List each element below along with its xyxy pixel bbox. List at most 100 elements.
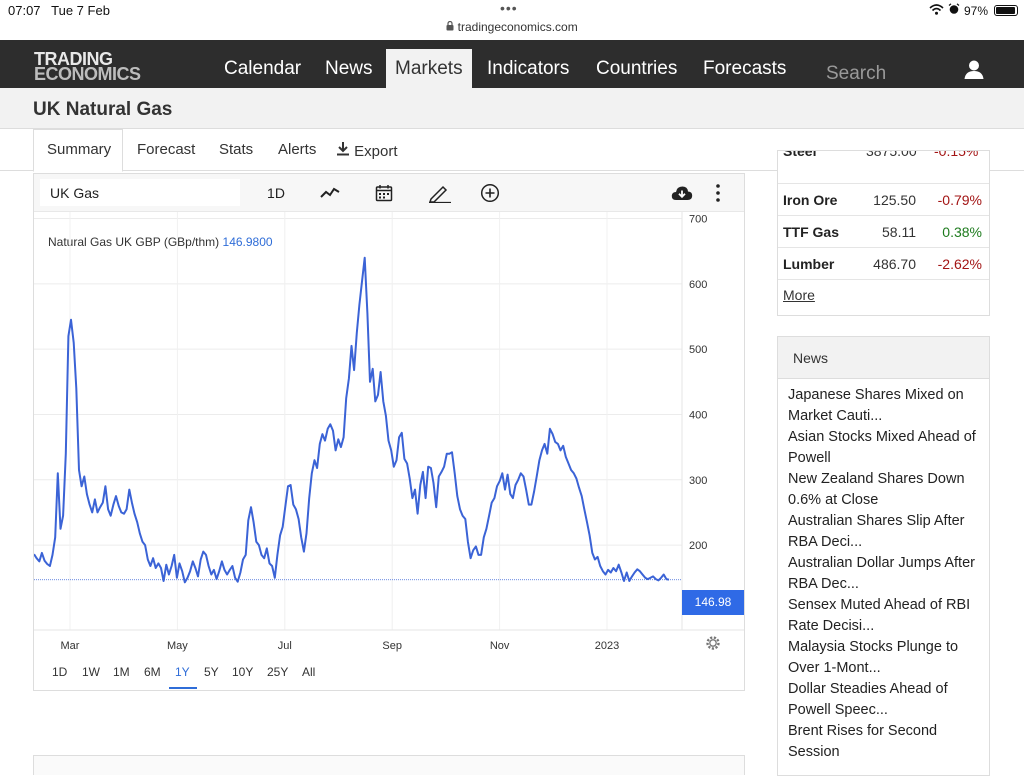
battery-level xyxy=(996,7,1016,14)
x-tick-label: Sep xyxy=(382,640,402,652)
news-item-line: Over 1-Mont... xyxy=(788,660,881,676)
news-item[interactable]: Australian Shares Slip After RBA Deci... xyxy=(788,511,988,553)
range-25y[interactable]: 25Y xyxy=(267,665,288,679)
tab-alerts[interactable]: Alerts xyxy=(278,141,316,158)
tab-menu-dots[interactable]: ••• xyxy=(500,0,518,16)
y-tick-label: 500 xyxy=(689,344,707,356)
series-line xyxy=(34,256,670,584)
commodity-name: Lumber xyxy=(783,256,835,272)
line-chart-icon[interactable] xyxy=(318,180,342,206)
news-item[interactable]: Dollar Steadies Ahead of Powell Speec... xyxy=(788,679,988,721)
tab-stats[interactable]: Stats xyxy=(219,141,253,158)
news-item-line: Australian Dollar Jumps After xyxy=(788,555,975,571)
y-tick-label: 300 xyxy=(689,475,707,487)
range-10y[interactable]: 10Y xyxy=(232,665,253,679)
clipped-row: Steel 3875.00 -0.15% xyxy=(783,151,979,159)
range-1d[interactable]: 1D xyxy=(52,665,67,679)
news-item-line: Powell Speec... xyxy=(788,702,888,718)
settings-gear-icon[interactable] xyxy=(705,635,721,656)
news-item-line: Powell xyxy=(788,450,831,466)
x-tick-label: Jul xyxy=(278,640,292,652)
commodity-row[interactable]: Iron Ore 125.50 -0.79% xyxy=(778,183,989,215)
commodity-price: 58.11 xyxy=(882,224,916,240)
current-price-tag: 146.98 xyxy=(682,590,744,615)
calendar-icon[interactable] xyxy=(373,180,395,206)
battery-icon xyxy=(994,5,1018,16)
nav-calendar[interactable]: Calendar xyxy=(215,49,310,88)
x-tick-label: May xyxy=(167,640,188,652)
commodity-price: 125.50 xyxy=(873,192,916,208)
search-input[interactable]: Search xyxy=(820,58,945,91)
nav-markets[interactable]: Markets xyxy=(386,49,472,88)
commodity-row[interactable]: Lumber 486.70 -2.62% xyxy=(778,247,989,279)
news-item-line: Australian Shares Slip After xyxy=(788,513,965,529)
news-item-line: Session xyxy=(788,744,840,760)
commodity-price: 486.70 xyxy=(873,256,916,272)
news-item-line: New Zealand Shares Down xyxy=(788,471,965,487)
news-item-line: Brent Rises for Second xyxy=(788,723,938,739)
status-time: 07:07 Tue 7 Feb xyxy=(8,3,110,18)
commodity-row[interactable]: TTF Gas 58.11 0.38% xyxy=(778,215,989,247)
pencil-draw-icon[interactable] xyxy=(427,180,453,206)
range-1m[interactable]: 1M xyxy=(113,665,130,679)
news-item-line: RBA Dec... xyxy=(788,576,859,592)
status-icons: 97% xyxy=(929,3,1018,18)
user-icon[interactable] xyxy=(963,59,985,81)
news-title: News xyxy=(793,350,829,366)
address-bar[interactable]: tradingeconomics.com xyxy=(0,20,1024,34)
symbol-input[interactable]: UK Gas xyxy=(40,179,240,206)
row-divider xyxy=(778,279,989,280)
x-tick-label: Nov xyxy=(490,640,510,652)
range-1w[interactable]: 1W xyxy=(82,665,100,679)
nav-news[interactable]: News xyxy=(316,49,382,88)
more-link[interactable]: More xyxy=(783,287,815,303)
battery-percent: 97% xyxy=(963,3,988,18)
interval-button[interactable]: 1D xyxy=(262,180,290,206)
range-5y[interactable]: 5Y xyxy=(204,665,219,679)
x-tick-label: 2023 xyxy=(595,640,619,652)
news-item[interactable]: Japanese Shares Mixed on Market Cauti... xyxy=(788,385,988,427)
range-1y[interactable]: 1Y xyxy=(175,665,190,679)
news-item[interactable]: Australian Dollar Jumps After RBA Dec... xyxy=(788,553,988,595)
news-item[interactable]: Brent Rises for Second Session xyxy=(788,721,988,763)
range-all[interactable]: All xyxy=(302,665,315,679)
y-tick-label: 200 xyxy=(689,540,707,552)
more-options-icon[interactable] xyxy=(710,180,726,206)
news-item-line: Malaysia Stocks Plunge to xyxy=(788,639,959,655)
range-6m[interactable]: 6M xyxy=(144,665,161,679)
commodity-name: TTF Gas xyxy=(783,224,840,240)
commodity-change: 0.38% xyxy=(942,224,982,240)
clock: 07:07 xyxy=(8,3,41,18)
news-item[interactable]: Asian Stocks Mixed Ahead of Powell xyxy=(788,427,988,469)
tab-export[interactable]: Export xyxy=(336,141,398,160)
nav-forecasts[interactable]: Forecasts xyxy=(694,49,795,88)
y-tick-label: 700 xyxy=(689,214,707,226)
wifi-icon xyxy=(929,3,944,18)
status-bar: 07:07 Tue 7 Feb ••• tradingeconomics.com… xyxy=(0,0,1024,40)
nav-countries[interactable]: Countries xyxy=(587,49,686,88)
y-axis-labels: 700 600 500 400 300 200 xyxy=(689,214,707,553)
y-tick-label: 600 xyxy=(689,279,707,291)
trading-economics-logo[interactable]: TRADING ECONOMICS xyxy=(34,50,141,84)
active-range-underline xyxy=(169,687,197,689)
logo-line2: ECONOMICS xyxy=(34,64,141,84)
news-item[interactable]: Malaysia Stocks Plunge to Over 1-Mont... xyxy=(788,637,988,679)
news-item[interactable]: Sensex Muted Ahead of RBI Rate Decisi... xyxy=(788,595,988,637)
price-chart[interactable]: 700 600 500 400 300 200 Mar May Jul Sep Nov 2023 xyxy=(34,212,744,662)
news-item[interactable]: New Zealand Shares Down 0.6% at Close xyxy=(788,469,988,511)
export-label: Export xyxy=(354,143,398,160)
tab-summary[interactable]: Summary xyxy=(47,141,111,158)
news-item-line: RBA Deci... xyxy=(788,534,863,550)
y-tick-label: 400 xyxy=(689,409,707,421)
cloud-download-icon[interactable] xyxy=(670,180,694,206)
download-icon xyxy=(336,142,354,160)
chart-grid xyxy=(34,212,744,631)
nav-indicators[interactable]: Indicators xyxy=(478,49,578,88)
news-item-line: Asian Stocks Mixed Ahead of xyxy=(788,429,976,445)
tab-forecast[interactable]: Forecast xyxy=(137,141,195,158)
add-indicator-icon[interactable] xyxy=(479,180,501,206)
commodity-change: -2.62% xyxy=(937,256,982,272)
alarm-icon xyxy=(948,3,960,18)
url-text: tradingeconomics.com xyxy=(457,20,578,34)
x-tick-label: Mar xyxy=(61,640,80,652)
